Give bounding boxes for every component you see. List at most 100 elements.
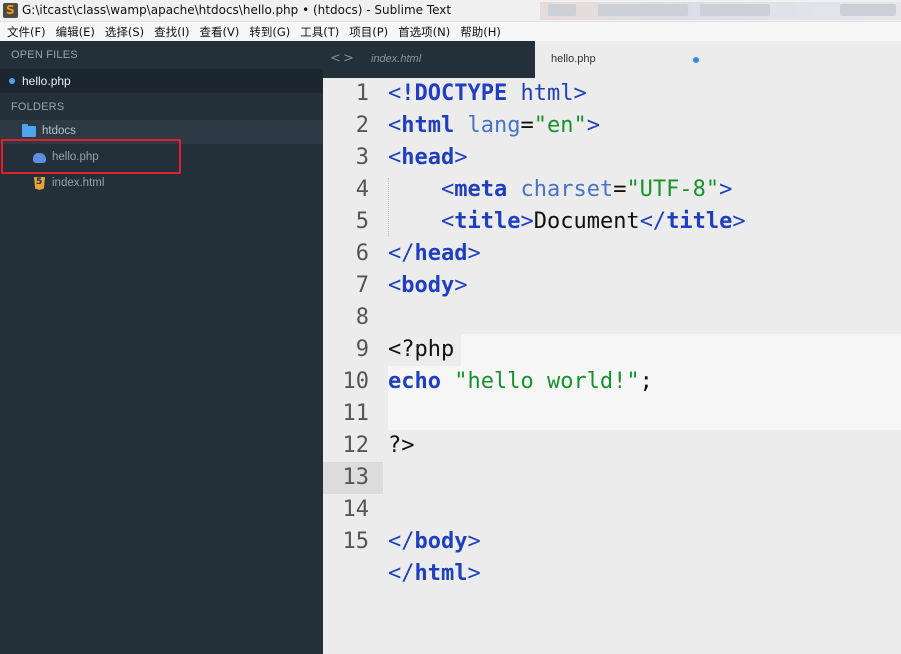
menu-help[interactable]: 帮助(H) [456,24,505,40]
code-token: Document [533,209,640,234]
code-token: head [401,145,455,170]
line-number: 2 [355,113,369,138]
code-token: ; [639,369,653,394]
code-token: <?php [388,337,455,362]
folders-header: FOLDERS [11,101,65,113]
code-line: <?php [388,334,454,366]
code-token: </ [639,209,667,234]
sidebar: OPEN FILES hello.php FOLDERS htdocs hell… [0,41,323,654]
code-token: body [401,273,455,298]
line-number: 3 [355,145,369,170]
chevron-right-icon[interactable]: > [343,51,354,66]
code-token: < [388,273,402,298]
line-number: 4 [355,177,369,202]
folder-label: htdocs [42,125,76,137]
code-line: </body> [388,526,481,558]
tab-bar: < > index.html hello.php [323,41,901,78]
code-token: title [454,209,521,234]
unsaved-dot-icon[interactable] [693,57,699,63]
code-token: > [573,81,587,106]
menu-selection[interactable]: 选择(S) [101,24,148,40]
menu-edit[interactable]: 编辑(E) [52,24,99,40]
line-number: 14 [342,497,370,522]
code-token: title [666,209,733,234]
code-line: <body> [388,270,467,302]
line-number: 10 [342,369,370,394]
code-line: </head> [388,238,481,270]
code-token: </ [388,561,415,586]
menu-preferences[interactable]: 首选项(N) [394,24,454,40]
code-token: lang [454,113,521,138]
code-token: > [520,209,534,234]
code-token: meta [454,177,508,202]
code-line: ?> [388,430,415,462]
title-bar: G:\itcast\class\wamp\apache\htdocs\hello… [0,0,901,22]
code-line: <meta charset="UTF-8"> [388,174,732,206]
menu-file[interactable]: 文件(F) [3,24,50,40]
html5-icon [34,177,45,190]
file-label: index.html [52,177,105,189]
code-token: > [467,561,481,586]
code-token: = [520,113,534,138]
code-token: < [388,145,402,170]
code-token: < [440,177,455,202]
line-number: 7 [355,273,369,298]
menu-tools[interactable]: 工具(T) [296,24,343,40]
code-token: > [732,209,746,234]
menu-view[interactable]: 查看(V) [196,24,244,40]
line-number: 13 [342,465,370,490]
code-token: html [414,561,468,586]
tab-index-html[interactable]: index.html [371,53,421,65]
code-token: </ [388,241,415,266]
code-line: <head> [388,142,467,174]
line-number: 12 [342,433,370,458]
menu-bar: 文件(F) 编辑(E) 选择(S) 查找(I) 查看(V) 转到(G) 工具(T… [0,22,901,41]
open-file-item[interactable]: hello.php [0,69,323,93]
background-window-blur [540,2,901,20]
code-token: html [507,81,574,106]
code-token: > [467,241,481,266]
code-token: > [454,145,468,170]
menu-goto[interactable]: 转到(G) [245,24,294,40]
code-token: > [719,177,733,202]
code-token: < [388,113,402,138]
code-token: charset [507,177,614,202]
line-number: 8 [355,305,369,330]
line-number: 15 [342,529,370,554]
unsaved-dot-icon [9,78,15,84]
open-file-label: hello.php [22,74,71,88]
code-line: echo "hello world!"; [388,366,653,398]
code-line: <title>Document</title> [388,206,746,238]
chevron-left-icon[interactable]: < [330,51,341,66]
code-token: !DOCTYPE [401,81,508,106]
code-line: <!DOCTYPE html> [388,78,587,110]
sublime-text-icon [3,3,18,18]
tab-hello-php[interactable]: hello.php [535,41,901,78]
code-token: "en" [533,113,587,138]
line-number: 5 [355,209,369,234]
code-token: head [414,241,468,266]
code-token: html [401,113,455,138]
code-token: > [467,529,481,554]
line-number: 11 [342,401,370,426]
code-token: "UTF-8" [626,177,720,202]
menu-project[interactable]: 项目(P) [345,24,392,40]
code-token: < [440,209,455,234]
code-token: "hello world!" [454,369,640,394]
code-line: </html> [388,558,481,590]
file-item-index-html[interactable]: index.html [0,172,323,196]
code-editor[interactable]: 1 2 3 4 5 6 7 8 9 10 11 12 13 14 15 <!DO… [323,78,901,654]
line-number: 6 [355,241,369,266]
code-token: echo [388,369,441,394]
code-token: < [388,81,402,106]
window-title: G:\itcast\class\wamp\apache\htdocs\hello… [22,3,452,17]
line-number-gutter: 1 2 3 4 5 6 7 8 9 10 11 12 13 14 15 [323,78,383,654]
line-number: 9 [355,337,369,362]
open-files-header: OPEN FILES [11,49,78,61]
menu-find[interactable]: 查找(I) [150,24,193,40]
folder-icon [22,124,36,137]
code-token: = [613,177,627,202]
code-line: <html lang="en"> [388,110,600,142]
